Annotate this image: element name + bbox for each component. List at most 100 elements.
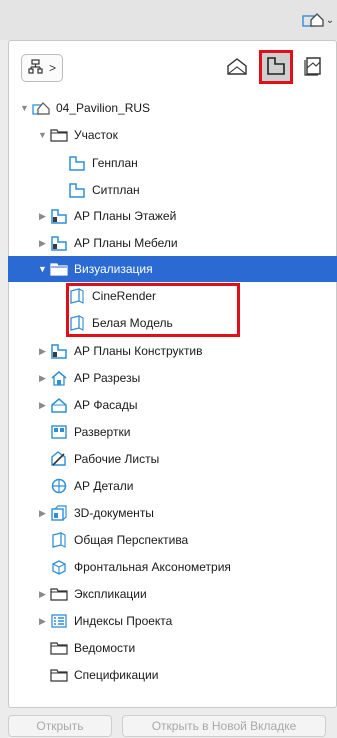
tree-item-label: АР Планы Конструктив [74, 344, 203, 358]
layout-book-icon [303, 56, 325, 79]
tree-item-label: Развертки [74, 425, 131, 439]
3d-view-icon [68, 315, 86, 331]
tree-item[interactable]: Ситплан [8, 177, 337, 203]
project-map-icon [226, 57, 248, 78]
tree-item[interactable]: ▶ АР Фасады [8, 392, 337, 418]
3d-document-icon [50, 505, 68, 521]
plan-folder-icon [50, 235, 68, 251]
tree-item[interactable]: АР Детали [8, 473, 337, 499]
disclosure-closed-icon[interactable]: ▶ [38, 508, 47, 518]
tree-item-label: Визуализация [74, 262, 153, 276]
folder-icon [50, 667, 68, 683]
plan-folder-icon [50, 208, 68, 224]
view-mode-dropdown[interactable]: ⌄ [300, 6, 336, 34]
detail-icon [50, 478, 68, 494]
tree-item[interactable]: ▼ Визуализация [8, 256, 337, 282]
folder-icon [50, 640, 68, 656]
tree-item[interactable]: ▶ Экспликации [8, 581, 337, 607]
folder-icon [50, 261, 68, 277]
open-in-new-tab-button[interactable]: Открыть в Новой Вкладке [122, 715, 326, 737]
section-icon [50, 370, 68, 386]
chevron-down-icon: ⌄ [325, 14, 335, 26]
tree-item-label: Рабочие Листы [74, 452, 160, 466]
tree-item[interactable]: Генплан [8, 150, 337, 176]
tree-item[interactable]: ▼ 04_Pavilion_RUS [8, 95, 337, 121]
tree-item[interactable]: ▶ Индексы Проекта [8, 608, 337, 634]
hierarchy-icon [28, 58, 44, 78]
nav-arrow: > [48, 61, 56, 75]
tree-item[interactable]: ▶ АР Планы Мебели [8, 230, 337, 256]
elevation-icon [50, 397, 68, 413]
plan-icon [68, 182, 86, 198]
tree-item[interactable]: ▶ АР Разрезы [8, 365, 337, 391]
tree-item-label: Фронтальная Аксонометрия [74, 560, 231, 574]
folder-icon [50, 586, 68, 602]
disclosure-closed-icon[interactable]: ▶ [38, 589, 47, 599]
view-map-icon [302, 11, 324, 30]
navigator-toolbar: > [8, 44, 337, 92]
tree-item[interactable]: Ведомости [8, 635, 337, 661]
tree-item-label: Белая Модель [92, 316, 173, 330]
tree-item-label: АР Планы Мебели [74, 236, 178, 250]
tree-item-label: Индексы Проекта [74, 614, 173, 628]
tree-item-label: АР Детали [74, 479, 134, 493]
disclosure-closed-icon[interactable]: ▶ [38, 373, 47, 383]
worksheet-icon [50, 451, 68, 467]
hierarchy-button[interactable]: > [21, 54, 63, 82]
tree-item-label: Ведомости [74, 641, 136, 655]
tree-item-label: 3D-документы [74, 506, 154, 520]
plan-icon [68, 155, 86, 171]
tree-item-label: CineRender [92, 289, 157, 303]
tree-item-label: АР Фасады [74, 398, 138, 412]
tree-item-label: Ситплан [92, 183, 140, 197]
tree-item[interactable]: Развертки [8, 419, 337, 445]
tree-item[interactable]: ▼ Участок [8, 122, 337, 148]
bottom-bar: Открыть Открыть в Новой Вкладке [0, 711, 337, 738]
disclosure-open-icon[interactable]: ▼ [38, 130, 47, 140]
disclosure-closed-icon[interactable]: ▶ [38, 346, 47, 356]
axonometry-icon [50, 559, 68, 575]
tree-item-label: Экспликации [74, 587, 147, 601]
folder-icon [50, 127, 68, 143]
project-icon [32, 100, 50, 116]
tree-item-label: Генплан [92, 156, 138, 170]
tree-item-label: Спецификации [74, 668, 159, 682]
tree-item-label: АР Разрезы [74, 371, 141, 385]
disclosure-open-icon[interactable]: ▼ [38, 264, 47, 274]
disclosure-closed-icon[interactable]: ▶ [38, 211, 47, 221]
3d-view-icon [50, 532, 68, 548]
view-map-button[interactable] [259, 50, 293, 84]
tree-item-label: Общая Перспектива [74, 533, 189, 547]
tree-item[interactable]: Фронтальная Аксонометрия [8, 554, 337, 580]
layout-book-button[interactable] [299, 52, 329, 82]
3d-view-icon [68, 288, 86, 304]
tree-item[interactable]: ▶ АР Планы Этажей [8, 203, 337, 229]
tree-item[interactable]: ▶ АР Планы Конструктив [8, 338, 337, 364]
disclosure-closed-icon[interactable]: ▶ [38, 400, 47, 410]
disclosure-open-icon[interactable]: ▼ [20, 103, 29, 113]
tree-item-label: АР Планы Этажей [74, 209, 177, 223]
open-button[interactable]: Открыть [8, 715, 112, 737]
tree-item[interactable]: Общая Перспектива [8, 527, 337, 553]
disclosure-closed-icon[interactable]: ▶ [38, 238, 47, 248]
tree-item[interactable]: ▶ 3D-документы [8, 500, 337, 526]
view-map-icon [265, 56, 287, 79]
tree-item[interactable]: CineRender [8, 283, 337, 309]
tree-item[interactable]: Рабочие Листы [8, 446, 337, 472]
disclosure-closed-icon[interactable]: ▶ [38, 616, 47, 626]
tree-item[interactable]: Белая Модель [8, 310, 337, 336]
index-icon [50, 613, 68, 629]
tree-item-label: 04_Pavilion_RUS [56, 101, 151, 115]
tree-item[interactable]: Спецификации [8, 662, 337, 688]
tree-item-label: Участок [74, 128, 118, 142]
plan-folder-icon [50, 343, 68, 359]
project-map-button[interactable] [222, 52, 252, 82]
